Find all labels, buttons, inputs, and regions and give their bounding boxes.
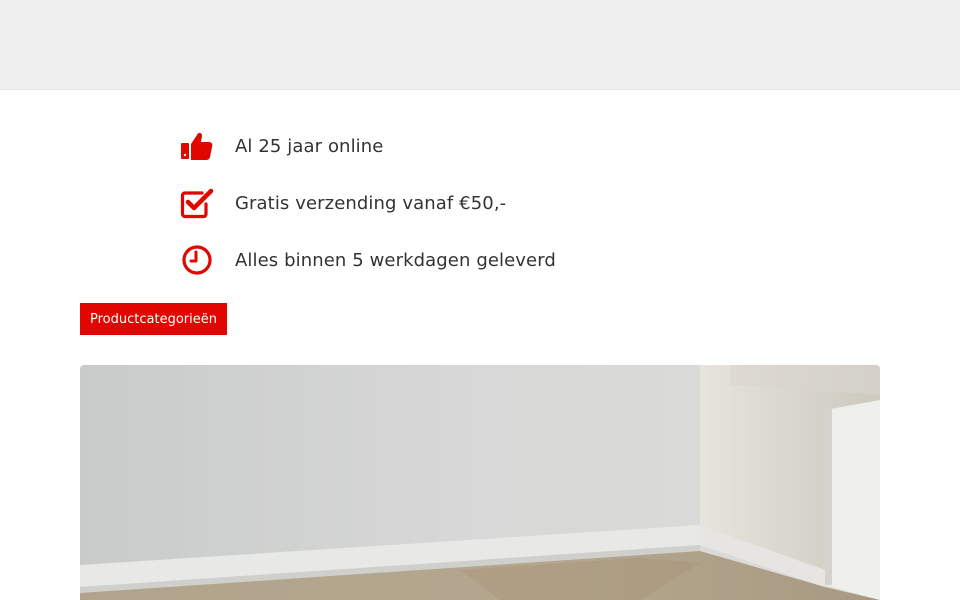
- usp-item-shipping: Gratis verzending vanaf €50,-: [180, 183, 556, 223]
- check-square-icon: [180, 186, 214, 220]
- usp-label: Gratis verzending vanaf €50,-: [235, 192, 507, 214]
- product-categories-button[interactable]: Productcategorieën: [80, 303, 227, 335]
- hero-image: [80, 365, 880, 600]
- usp-label: Al 25 jaar online: [235, 135, 384, 157]
- usp-list: Al 25 jaar online Gratis verzending vana…: [180, 126, 556, 297]
- clock-icon: [180, 243, 214, 277]
- usp-item-online: Al 25 jaar online: [180, 126, 556, 166]
- usp-item-delivery: Alles binnen 5 werkdagen geleverd: [180, 240, 556, 280]
- top-header-bar: [0, 0, 960, 90]
- usp-label: Alles binnen 5 werkdagen geleverd: [235, 249, 556, 271]
- thumbs-up-icon: [180, 129, 214, 163]
